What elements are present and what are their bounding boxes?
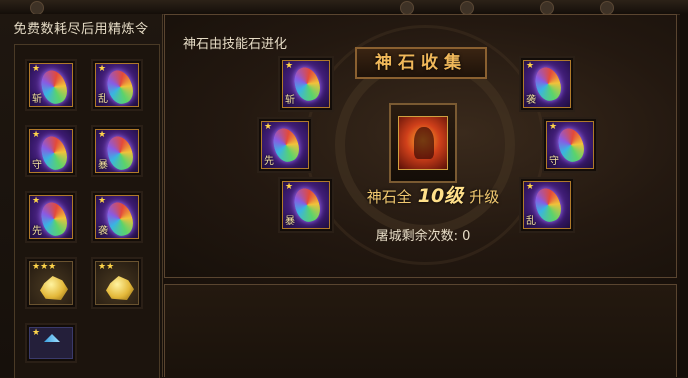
collection-banner: 神石收集 bbox=[355, 47, 487, 79]
toolbar-icon[interactable] bbox=[540, 1, 554, 15]
skill-stone-icon bbox=[103, 67, 137, 106]
star-rating: ★ bbox=[526, 182, 535, 192]
toolbar-icon[interactable] bbox=[30, 1, 44, 15]
stone-type-label: 暴 bbox=[285, 216, 295, 227]
star-rating: ★ bbox=[264, 122, 273, 132]
star-rating: ★★★ bbox=[32, 262, 57, 272]
toolbar-icon[interactable] bbox=[460, 1, 474, 15]
right-edge bbox=[680, 14, 688, 377]
star-rating: ★ bbox=[32, 328, 41, 338]
divine-stone-slot-left-middle[interactable]: ★ 先 bbox=[257, 117, 313, 173]
inventory-slot[interactable]: ★ 斩 bbox=[25, 59, 77, 111]
skill-stone-icon bbox=[290, 185, 324, 225]
star-rating: ★ bbox=[32, 130, 41, 140]
top-toolbar-strip bbox=[0, 0, 688, 15]
inventory-slot[interactable]: ★ 守 bbox=[25, 125, 77, 177]
stone-type-label: 暴 bbox=[98, 160, 108, 171]
inventory-slot[interactable]: ★ 暴 bbox=[91, 125, 143, 177]
inventory-grid: ★ 斩 ★ 乱 ★ 守 ★ 暴 ★ 先 ★ 袭 ★★★ ★★ ★ bbox=[14, 44, 160, 378]
inventory-slot[interactable]: ★★ bbox=[91, 257, 143, 309]
divine-stone-panel: 神石由技能石进化 神石收集 ★ 斩 ★ 先 ★ 暴 ★ 袭 ★ 守 ★ 乱 神石… bbox=[164, 14, 677, 278]
stone-type-label: 斩 bbox=[32, 94, 42, 105]
panel-title: 神石由技能石进化 bbox=[183, 37, 288, 52]
stone-type-label: 斩 bbox=[285, 95, 295, 106]
inventory-slot[interactable]: ★ 袭 bbox=[91, 191, 143, 243]
skill-stone-icon bbox=[290, 64, 324, 104]
star-rating: ★ bbox=[285, 182, 294, 192]
stone-type-label: 乱 bbox=[526, 216, 536, 227]
skill-stone-icon bbox=[103, 199, 137, 238]
skill-stone-icon bbox=[37, 199, 71, 238]
toolbar-icon[interactable] bbox=[400, 1, 414, 15]
star-rating: ★ bbox=[98, 196, 107, 206]
star-rating: ★ bbox=[98, 130, 107, 140]
inventory-slot[interactable]: ★ 乱 bbox=[91, 59, 143, 111]
star-rating: ★ bbox=[285, 61, 294, 71]
divine-stone-slot-right-bottom[interactable]: ★ 乱 bbox=[519, 177, 575, 233]
divine-stone-slot-left-bottom[interactable]: ★ 暴 bbox=[278, 177, 334, 233]
stone-type-label: 先 bbox=[32, 226, 42, 237]
skill-stone-icon bbox=[554, 125, 588, 165]
skill-stone-icon bbox=[531, 185, 565, 225]
skill-stone-icon bbox=[103, 133, 137, 172]
blue-crystal-icon bbox=[44, 334, 60, 342]
lower-info-panel bbox=[164, 284, 677, 377]
upgrade-level: 10级 bbox=[417, 185, 464, 207]
stone-type-label: 守 bbox=[32, 160, 42, 171]
star-rating: ★ bbox=[549, 122, 558, 132]
toolbar-icon[interactable] bbox=[600, 1, 614, 15]
banner-text: 神石收集 bbox=[375, 53, 467, 73]
skill-stone-icon bbox=[269, 125, 303, 165]
star-rating: ★★ bbox=[98, 262, 115, 272]
divine-stone-avatar-icon[interactable] bbox=[398, 116, 448, 170]
divine-stone-slot-left-top[interactable]: ★ 斩 bbox=[278, 56, 334, 112]
tucheng-remaining: 屠城剩余次数: 0 bbox=[375, 229, 471, 244]
stone-type-label: 守 bbox=[549, 156, 559, 167]
upgrade-prefix: 神石全 bbox=[366, 188, 412, 206]
gold-nugget-icon bbox=[40, 276, 68, 300]
gold-nugget-icon bbox=[106, 276, 134, 300]
skill-stone-icon bbox=[37, 67, 71, 106]
inventory-slot[interactable]: ★ 先 bbox=[25, 191, 77, 243]
divine-stone-slot-right-top[interactable]: ★ 袭 bbox=[519, 56, 575, 112]
divine-stone-slot-right-middle[interactable]: ★ 守 bbox=[542, 117, 598, 173]
stone-type-label: 乱 bbox=[98, 94, 108, 105]
star-rating: ★ bbox=[98, 64, 107, 74]
upgrade-text: 神石全 10级 升级 bbox=[343, 181, 523, 208]
star-rating: ★ bbox=[526, 61, 535, 71]
skill-stone-icon bbox=[37, 133, 71, 172]
star-rating: ★ bbox=[32, 64, 41, 74]
inventory-slot[interactable]: ★ bbox=[25, 323, 77, 363]
upgrade-suffix: 升级 bbox=[469, 188, 500, 206]
inventory-slot[interactable]: ★★★ bbox=[25, 257, 77, 309]
stone-type-label: 袭 bbox=[98, 226, 108, 237]
stone-type-label: 袭 bbox=[526, 95, 536, 106]
star-rating: ★ bbox=[32, 196, 41, 206]
refine-panel-title: 免费数耗尽后用精炼令 bbox=[13, 22, 149, 37]
warrior-figure-icon bbox=[414, 127, 434, 159]
stone-type-label: 先 bbox=[264, 156, 274, 167]
skill-stone-icon bbox=[531, 64, 565, 104]
